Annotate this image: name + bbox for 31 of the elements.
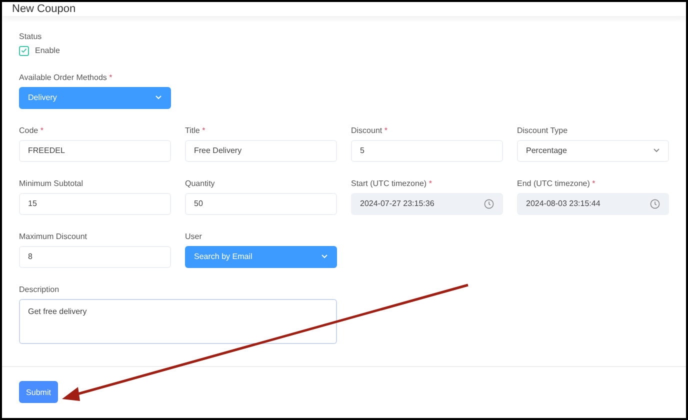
field-label: End (UTC timezone) * (517, 178, 596, 188)
checkbox[interactable] (19, 46, 29, 56)
clock-icon (650, 198, 660, 209)
field-label: Minimum Subtotal (19, 178, 84, 188)
field-label: Status (19, 32, 43, 41)
datetime-field[interactable]: 2024-07-27 23:15:36 (351, 192, 503, 215)
field-label: Code * (19, 126, 44, 135)
field-label: Discount * (351, 126, 388, 135)
field-label: Available Order Methods * (19, 72, 114, 82)
text-field[interactable]: FREEDEL (19, 140, 171, 162)
text-field[interactable]: 15 (19, 192, 171, 215)
select-field[interactable]: Percentage (517, 140, 669, 162)
field-label: Discount Type (517, 126, 569, 135)
field-label: Title * (185, 126, 206, 135)
chevron-down-icon (321, 254, 328, 260)
field-label: Quantity (185, 178, 216, 188)
checkbox-label: Enable (35, 46, 60, 56)
field-label: Maximum Discount (19, 232, 88, 241)
chevron-down-icon (653, 148, 660, 154)
window-title: New Coupon (12, 2, 76, 15)
textarea-field[interactable]: Get free delivery (19, 298, 337, 344)
text-field[interactable]: 5 (351, 140, 503, 162)
field-label: User (185, 232, 203, 241)
field-label: Description (19, 284, 60, 294)
chevron-down-icon (155, 95, 162, 100)
clock-icon (484, 198, 494, 209)
field-label: Start (UTC timezone) * (351, 178, 433, 188)
text-field[interactable]: Free Delivery (185, 140, 337, 162)
text-field[interactable]: 8 (19, 246, 171, 268)
text-field[interactable]: 50 (185, 192, 337, 215)
datetime-field[interactable]: 2024-08-03 23:15:44 (517, 192, 669, 215)
